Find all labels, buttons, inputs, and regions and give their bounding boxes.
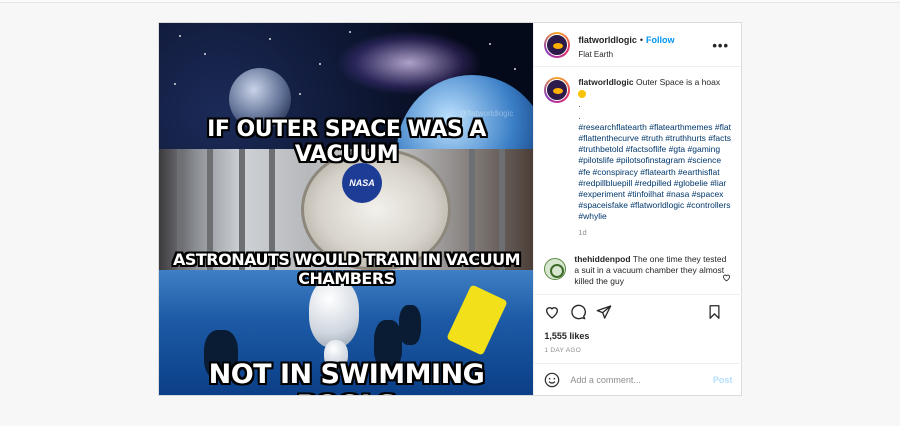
- add-comment-bar: Post: [534, 363, 743, 395]
- more-options-icon[interactable]: •••: [712, 38, 729, 53]
- comment-item: thehiddenpod The one time they tested a …: [544, 254, 732, 288]
- avatar-image: [546, 79, 569, 101]
- astronaut-suit: [309, 278, 359, 348]
- separator-dot: •: [639, 35, 644, 45]
- commenter-avatar[interactable]: [544, 257, 567, 280]
- like-heart-icon[interactable]: [544, 304, 560, 320]
- star: [204, 53, 206, 55]
- nasa-logo: NASA: [342, 163, 382, 203]
- caption-author-avatar[interactable]: [544, 77, 571, 103]
- star: [174, 83, 176, 85]
- star: [269, 38, 271, 40]
- meme-caption-top: IF OUTER SPACE WAS A VACUUM: [207, 117, 486, 167]
- star: [514, 68, 516, 70]
- share-paper-plane-icon[interactable]: [596, 304, 612, 320]
- post-sidebar: flatworldlogic • Follow Flat Earth ••• fla…: [533, 23, 743, 395]
- comment-like-heart-icon[interactable]: [722, 273, 731, 284]
- post-image[interactable]: @flatworldlogic NASA IF OUTER SPACE WAS …: [159, 23, 534, 395]
- save-bookmark-icon[interactable]: [707, 304, 722, 320]
- yellow-mockup-part: [446, 284, 508, 356]
- caption-text-block: flatworldlogic Outer Space is a hoax . .…: [578, 77, 732, 238]
- location-link[interactable]: Flat Earth: [578, 50, 674, 59]
- star: [349, 31, 351, 33]
- post-comment-button[interactable]: Post: [713, 375, 733, 385]
- add-comment-input[interactable]: [570, 374, 701, 385]
- author-username[interactable]: flatworldlogic: [578, 35, 637, 45]
- star: [299, 93, 301, 95]
- caption-timestamp: 1d: [578, 227, 587, 237]
- star: [489, 43, 491, 45]
- post-actions: 1,555 likes 1 DAY AGO: [534, 294, 743, 354]
- caption-hashtags[interactable]: #researchflatearth #flatearthmemes #flat…: [578, 122, 731, 222]
- comments-scroll-area[interactable]: flatworldlogic Outer Space is a hoax . .…: [534, 69, 742, 294]
- emoji-smiley-icon[interactable]: [544, 372, 560, 388]
- action-icons: [544, 301, 732, 323]
- star: [179, 35, 181, 37]
- author-avatar[interactable]: [544, 31, 571, 58]
- post-header: flatworldlogic • Follow Flat Earth •••: [534, 23, 741, 67]
- star: [319, 63, 321, 65]
- caption-dot: .: [578, 99, 581, 110]
- post-timestamp: 1 DAY AGO: [544, 347, 582, 354]
- meme-caption-bottom: NOT IN SWIMMING POOLS: [208, 359, 485, 395]
- browser-top-edge: [0, 0, 900, 3]
- instagram-post-dialog: @flatworldlogic NASA IF OUTER SPACE WAS …: [158, 22, 743, 396]
- meme-caption-middle: ASTRONAUTS WOULD TRAIN IN VACUUM CHAMBER…: [172, 250, 521, 288]
- caption-username[interactable]: flatworldlogic: [578, 77, 633, 87]
- follow-button[interactable]: Follow: [646, 35, 675, 45]
- diver: [399, 305, 421, 345]
- header-meta: flatworldlogic • Follow Flat Earth: [578, 30, 674, 59]
- avatar-image: [546, 33, 569, 56]
- caption-comment: flatworldlogic Outer Space is a hoax . .…: [544, 77, 732, 238]
- comment-text-block: thehiddenpod The one time they tested a …: [574, 254, 732, 288]
- likes-count[interactable]: 1,555 likes: [544, 331, 732, 341]
- smiling-face-icon: [578, 89, 587, 98]
- caption-text: Outer Space is a hoax: [635, 77, 721, 87]
- comment-bubble-icon[interactable]: [570, 304, 587, 320]
- caption-dot: .: [578, 110, 581, 121]
- commenter-username[interactable]: thehiddenpod: [574, 254, 630, 264]
